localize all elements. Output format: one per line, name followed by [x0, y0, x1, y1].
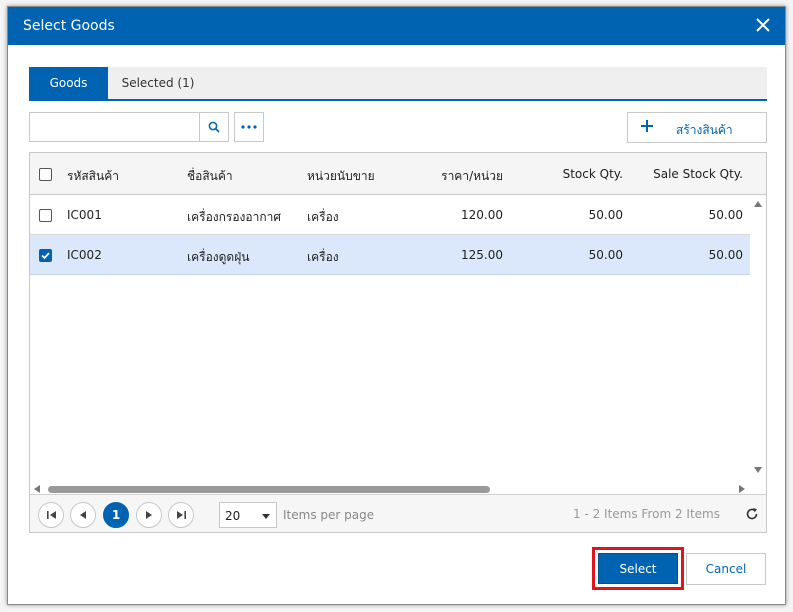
column-header-sale-stock[interactable]: Sale Stock Qty.	[623, 167, 743, 181]
cancel-button[interactable]: Cancel	[686, 553, 766, 585]
row-name: เครื่องดูดฝุ่น	[187, 250, 250, 264]
select-button-highlight: Select	[592, 547, 684, 590]
tab-selected[interactable]: Selected (1)	[108, 67, 208, 99]
tab-goods[interactable]: Goods	[29, 67, 108, 99]
row-unit: เครื่อง	[307, 210, 339, 224]
items-per-page-label: Items per page	[283, 508, 375, 522]
search-input[interactable]	[30, 113, 200, 141]
chevron-down-icon	[262, 514, 270, 519]
more-dots-icon	[241, 125, 257, 129]
close-button[interactable]	[753, 15, 773, 35]
first-page-button[interactable]	[38, 502, 64, 528]
column-header-unit[interactable]: หน่วยนับขาย	[307, 167, 375, 186]
first-page-icon	[46, 511, 56, 519]
scroll-right-icon	[739, 485, 745, 493]
page-size-value: 20	[225, 509, 241, 523]
scroll-left-icon	[34, 485, 40, 493]
column-header-name[interactable]: ชื่อสินค้า	[187, 167, 233, 186]
column-header-price[interactable]: ราคา/หน่วย	[403, 167, 503, 186]
page-size-select[interactable]: 20	[219, 502, 277, 528]
close-icon	[756, 18, 770, 32]
row-code: IC001	[67, 208, 102, 222]
row-name: เครื่องกรองอากาศ	[187, 210, 281, 224]
scroll-up-icon	[754, 201, 762, 207]
create-goods-button[interactable]: สร้างสินค้า	[627, 112, 767, 143]
row-code: IC002	[67, 248, 102, 262]
row-unit: เครื่อง	[307, 250, 339, 264]
pager: 1 20 Items per page 1 - 2 Items From 2 I…	[30, 494, 766, 532]
scroll-down-icon	[754, 467, 762, 473]
grid-header: รหัสสินค้า ชื่อสินค้า หน่วยนับขาย ราคา/ห…	[30, 153, 766, 195]
search-icon	[208, 121, 220, 133]
row-price: 120.00	[461, 208, 503, 222]
page-number-button[interactable]: 1	[103, 502, 129, 528]
row-sale-stock: 50.00	[708, 248, 743, 262]
column-header-code[interactable]: รหัสสินค้า	[67, 167, 119, 186]
pager-info: 1 - 2 Items From 2 Items	[573, 507, 720, 521]
plus-icon	[641, 120, 653, 132]
dialog-title: Select Goods	[23, 18, 115, 34]
vertical-scrollbar[interactable]	[750, 195, 766, 492]
row-checkbox[interactable]	[39, 209, 52, 222]
create-goods-label: สร้างสินค้า	[676, 123, 733, 137]
goods-grid: รหัสสินค้า ชื่อสินค้า หน่วยนับขาย ราคา/ห…	[29, 152, 767, 533]
select-button[interactable]: Select	[598, 553, 678, 584]
last-page-icon	[176, 511, 186, 519]
previous-page-button[interactable]	[70, 502, 96, 528]
row-stock: 50.00	[588, 208, 623, 222]
horizontal-scrollbar[interactable]	[30, 482, 750, 494]
search-button[interactable]	[199, 113, 228, 141]
last-page-button[interactable]	[168, 502, 194, 528]
next-page-icon	[146, 511, 152, 519]
row-price: 125.00	[461, 248, 503, 262]
tab-bar: Goods Selected (1)	[29, 67, 767, 101]
table-row[interactable]: IC002 เครื่องดูดฝุ่น เครื่อง 125.00 50.0…	[30, 235, 750, 275]
refresh-button[interactable]	[744, 506, 760, 522]
more-options-button[interactable]	[234, 112, 264, 142]
horizontal-scroll-thumb[interactable]	[48, 486, 490, 493]
previous-page-icon	[80, 511, 86, 519]
dialog-titlebar: Select Goods	[8, 7, 785, 45]
row-checkbox[interactable]	[39, 249, 52, 262]
next-page-button[interactable]	[136, 502, 162, 528]
checkmark-icon	[41, 252, 50, 260]
row-sale-stock: 50.00	[708, 208, 743, 222]
refresh-icon	[746, 508, 758, 520]
table-row[interactable]: IC001 เครื่องกรองอากาศ เครื่อง 120.00 50…	[30, 195, 750, 235]
row-stock: 50.00	[588, 248, 623, 262]
select-all-checkbox[interactable]	[39, 168, 52, 181]
select-goods-dialog: Select Goods Goods Selected (1) สร้างสิน…	[7, 6, 786, 605]
search-box	[29, 112, 229, 142]
column-header-stock[interactable]: Stock Qty.	[523, 167, 623, 181]
